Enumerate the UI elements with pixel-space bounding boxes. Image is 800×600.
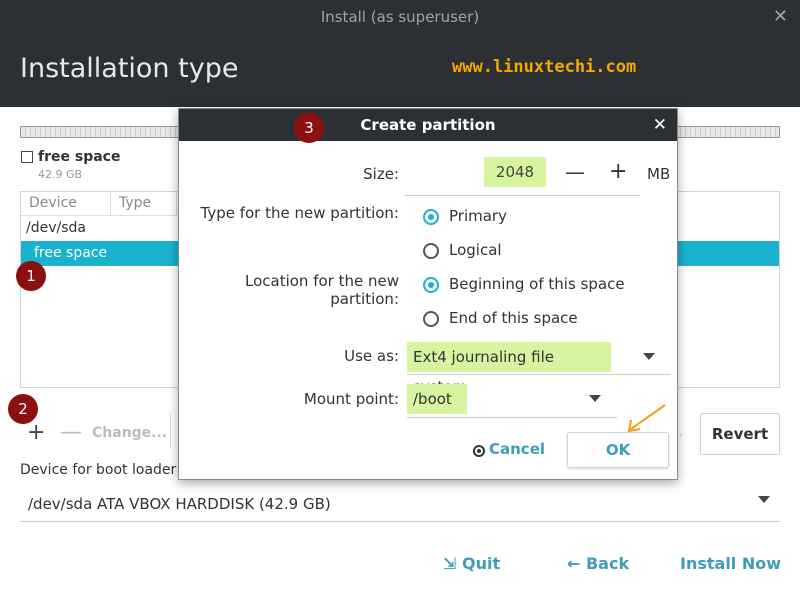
use-as-value: Ext4 journaling file system — [407, 342, 611, 396]
window-close-icon[interactable]: ✕ — [773, 6, 788, 27]
dialog-ok-button[interactable]: OK — [567, 432, 669, 468]
window-title: Install (as superuser) — [320, 8, 480, 26]
installer-header: Install (as superuser) ✕ Installation ty… — [0, 0, 800, 107]
radio-beginning[interactable] — [423, 277, 439, 293]
annotation-arrow-icon — [627, 404, 666, 433]
mount-point-underline — [407, 417, 617, 418]
change-partition-button[interactable]: Change... — [92, 425, 167, 441]
dialog-titlebar: Create partition ✕ — [179, 109, 677, 141]
size-label: Size: — [363, 165, 399, 183]
dialog-cancel-button[interactable]: Cancel — [489, 440, 545, 458]
annotation-badge-1: 1 — [16, 261, 46, 291]
remove-partition-button[interactable]: — — [60, 422, 82, 444]
radio-beginning-label[interactable]: Beginning of this space — [449, 275, 625, 293]
install-now-button[interactable]: Install Now — [680, 554, 781, 573]
arrow-left-icon: ← — [567, 554, 581, 573]
size-input[interactable]: 2048 — [484, 157, 546, 187]
size-decrease-button[interactable]: — — [565, 162, 585, 182]
partition-type-label: Type for the new partition: — [200, 204, 400, 222]
radio-logical[interactable] — [423, 243, 439, 259]
use-as-underline — [407, 374, 671, 375]
column-header-type[interactable]: Type — [111, 192, 177, 216]
mount-point-select[interactable]: /boot — [407, 383, 617, 418]
size-increase-button[interactable]: + — [609, 161, 627, 183]
dropdown-arrow-icon — [643, 353, 655, 360]
toolbar-divider — [170, 414, 171, 448]
new-partition-table-button[interactable]: . — [679, 424, 683, 440]
quit-button[interactable]: ⇲ Quit — [443, 554, 500, 573]
dialog-title: Create partition — [360, 116, 496, 134]
add-partition-button[interactable]: + — [27, 422, 45, 444]
mount-point-value: /boot — [407, 384, 467, 414]
watermark-text: www.linuxtechi.com — [452, 57, 637, 77]
dialog-close-icon[interactable]: ✕ — [653, 115, 667, 135]
back-button[interactable]: ← Back — [567, 554, 629, 573]
boot-loader-value: /dev/sda ATA VBOX HARDDISK (42.9 GB) — [28, 495, 331, 513]
page-title: Installation type — [20, 53, 239, 84]
free-space-legend-swatch — [21, 151, 33, 163]
radio-end-label[interactable]: End of this space — [449, 309, 578, 327]
column-header-device[interactable]: Device — [21, 192, 111, 216]
annotation-badge-3: 3 — [294, 113, 324, 143]
size-input-underline — [404, 195, 640, 196]
cancel-icon — [473, 445, 485, 457]
radio-logical-label[interactable]: Logical — [449, 241, 502, 259]
radio-primary[interactable] — [423, 209, 439, 225]
dropdown-arrow-icon — [758, 496, 770, 503]
use-as-select[interactable]: Ext4 journaling file system — [407, 341, 671, 396]
dropdown-arrow-icon — [589, 395, 601, 402]
annotation-badge-2: 2 — [8, 394, 38, 424]
quit-label: Quit — [461, 554, 501, 573]
free-space-legend-label: free space — [38, 149, 121, 165]
row-device: free space — [34, 245, 108, 261]
use-as-label: Use as: — [344, 347, 399, 365]
row-device: /dev/sda — [26, 220, 86, 236]
radio-primary-label[interactable]: Primary — [449, 207, 507, 225]
boot-loader-label: Device for boot loader — [20, 462, 177, 478]
mount-point-label: Mount point: — [303, 390, 399, 408]
free-space-legend-size: 42.9 GB — [38, 168, 83, 181]
radio-end[interactable] — [423, 311, 439, 327]
back-label: Back — [585, 554, 630, 573]
size-unit-label: MB — [647, 165, 671, 183]
boot-loader-select[interactable]: /dev/sda ATA VBOX HARDDISK (42.9 GB) — [20, 488, 780, 522]
exit-icon: ⇲ — [443, 554, 457, 573]
partition-location-label: Location for the new partition: — [245, 272, 399, 308]
revert-button[interactable]: Revert — [700, 413, 780, 455]
create-partition-dialog: Create partition ✕ 3 Size: 2048 — + MB T… — [178, 108, 678, 480]
